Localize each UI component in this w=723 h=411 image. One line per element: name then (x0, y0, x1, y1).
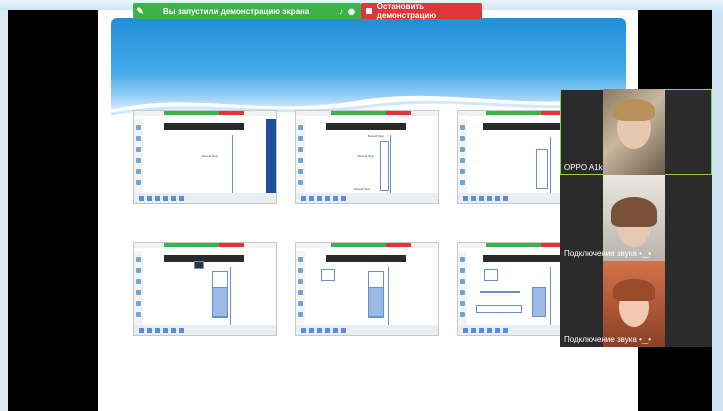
thumbnail-label: Белый брат (354, 187, 371, 191)
thumbnail-label: Белый брат (202, 154, 219, 158)
participants-video-panel: OPPO A1k Подключение звука •‿• Подключен… (560, 89, 712, 347)
screen-share-bar: ✎ Вы запустили демонстрацию экрана ♪ ◉ (133, 3, 361, 19)
letterbox-left (8, 10, 98, 411)
participant-name: Подключение звука •‿• (564, 335, 652, 344)
connecting-dots-icon: •‿• (639, 249, 652, 258)
mic-icon[interactable]: ♪ (339, 7, 343, 16)
participant-name: OPPO A1k (564, 163, 603, 172)
share-status-text: Вы запустили демонстрацию экрана (163, 6, 310, 16)
stop-share-label: Остановить демонстрацию (376, 2, 437, 20)
participant-name: Подключение звука •‿• (564, 249, 652, 258)
slide-thumbnail (295, 242, 439, 336)
participant-video (603, 89, 665, 175)
thumbnail-label: Белый брат (358, 154, 375, 158)
pin-icon[interactable]: ✎ (133, 6, 147, 17)
stop-share-button[interactable]: Остановить демонстрацию (361, 2, 482, 20)
slide-thumbnail (133, 242, 277, 336)
presentation-frame-right (712, 10, 723, 411)
participant-tile[interactable]: Подключение звука •‿• (560, 175, 712, 261)
thumbnail-label: Белый брат (368, 134, 385, 138)
shield-icon[interactable]: ◉ (348, 7, 355, 16)
connecting-dots-icon: •‿• (639, 335, 652, 344)
participant-tile[interactable]: Подключение звука •‿• (560, 261, 712, 347)
slide-thumbnail: Белый брат Белый брат Белый брат (295, 110, 439, 204)
stop-square-icon (366, 8, 372, 14)
participant-tile[interactable]: OPPO A1k (560, 89, 712, 175)
slide-thumbnail: Белый брат (133, 110, 277, 204)
